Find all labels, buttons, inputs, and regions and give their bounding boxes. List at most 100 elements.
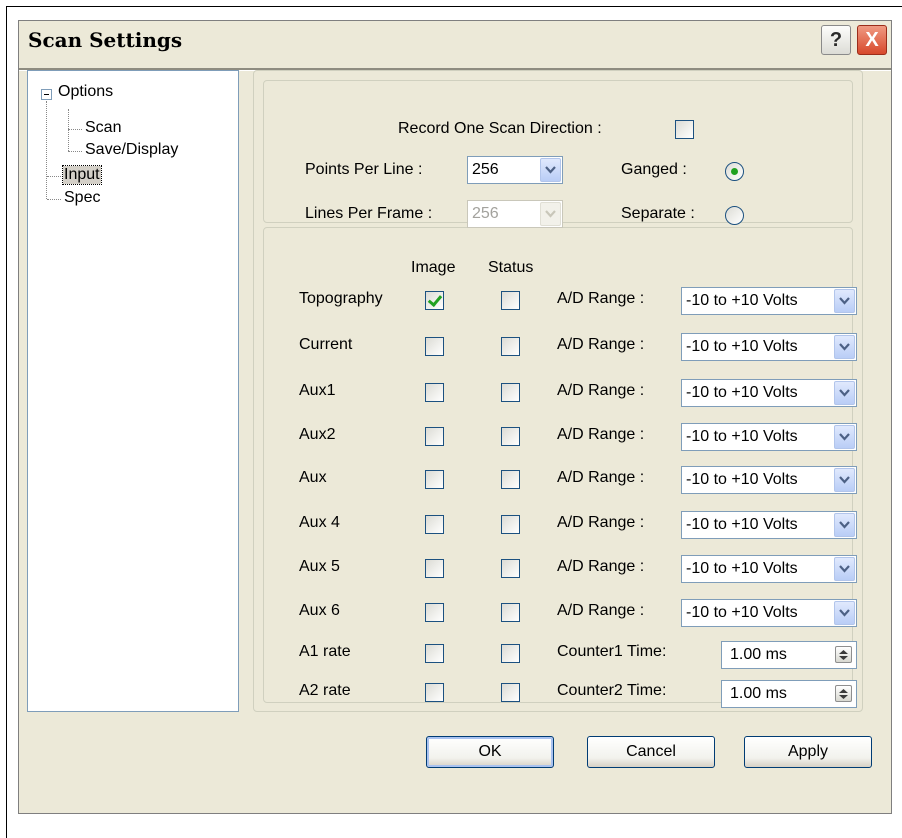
channel-image-checkbox[interactable]	[425, 470, 444, 489]
chevron-down-icon[interactable]	[834, 468, 855, 492]
channel-status-checkbox[interactable]	[501, 470, 520, 489]
channel-status-checkbox[interactable]	[501, 559, 520, 578]
close-button[interactable]: X	[857, 25, 887, 55]
chevron-down-icon	[540, 202, 561, 226]
tree-line	[68, 129, 82, 130]
ad-range-select[interactable]: -10 to +10 Volts	[681, 599, 857, 627]
channel-status-checkbox[interactable]	[501, 644, 520, 663]
channel-image-checkbox[interactable]	[425, 515, 444, 534]
ad-range-value: -10 to +10 Volts	[686, 292, 798, 309]
channel-status-checkbox[interactable]	[501, 383, 520, 402]
channel-image-checkbox[interactable]	[425, 383, 444, 402]
image-column-header: Image	[411, 259, 456, 276]
chevron-down-icon[interactable]	[834, 381, 855, 405]
ok-button[interactable]: OK	[426, 736, 554, 768]
counter2-time-value: 1.00 ms	[730, 685, 787, 702]
channel-image-checkbox[interactable]	[425, 603, 444, 622]
ad-range-label: A/D Range :	[557, 290, 645, 307]
lines-per-frame-select: 256	[467, 200, 563, 228]
points-per-line-select[interactable]: 256	[467, 156, 563, 184]
counter1-time-label: Counter1 Time:	[557, 643, 667, 660]
chevron-down-icon[interactable]	[834, 425, 855, 449]
channel-name: Aux	[299, 469, 327, 486]
help-button[interactable]: ?	[821, 25, 851, 55]
counter1-time-spinner[interactable]: 1.00 ms	[721, 641, 857, 669]
tree-item-scan[interactable]: Scan	[85, 119, 121, 137]
ad-range-value: -10 to +10 Volts	[686, 471, 798, 488]
spinner-arrows-icon[interactable]	[835, 685, 852, 702]
chevron-down-icon[interactable]	[834, 289, 855, 313]
ad-range-label: A/D Range :	[557, 558, 645, 575]
ad-range-value: -10 to +10 Volts	[686, 560, 798, 577]
channel-status-checkbox[interactable]	[501, 515, 520, 534]
ad-range-value: -10 to +10 Volts	[686, 384, 798, 401]
ad-range-select[interactable]: -10 to +10 Volts	[681, 333, 857, 361]
points-per-line-value: 256	[472, 161, 499, 178]
separate-radio[interactable]	[725, 206, 744, 225]
ad-range-label: A/D Range :	[557, 382, 645, 399]
chevron-down-icon[interactable]	[834, 513, 855, 537]
channel-status-checkbox[interactable]	[501, 683, 520, 702]
ad-range-label: A/D Range :	[557, 336, 645, 353]
ad-range-label: A/D Range :	[557, 469, 645, 486]
ad-range-value: -10 to +10 Volts	[686, 516, 798, 533]
record-one-direction-checkbox[interactable]	[675, 120, 694, 139]
ganged-radio[interactable]	[725, 162, 744, 181]
ganged-label: Ganged :	[621, 161, 687, 178]
channel-image-checkbox[interactable]	[425, 337, 444, 356]
ad-range-select[interactable]: -10 to +10 Volts	[681, 466, 857, 494]
spinner-arrows-icon[interactable]	[835, 646, 852, 663]
counter2-time-label: Counter2 Time:	[557, 682, 667, 699]
channel-status-checkbox[interactable]	[501, 291, 520, 310]
channel-status-checkbox[interactable]	[501, 603, 520, 622]
ad-range-select[interactable]: -10 to +10 Volts	[681, 511, 857, 539]
counter2-time-spinner[interactable]: 1.00 ms	[721, 680, 857, 708]
channel-image-checkbox[interactable]	[425, 644, 444, 663]
channel-name: Aux2	[299, 426, 336, 443]
tree-line	[68, 151, 82, 152]
tree-line	[47, 199, 61, 200]
channel-status-checkbox[interactable]	[501, 337, 520, 356]
ad-range-label: A/D Range :	[557, 514, 645, 531]
tree-line	[68, 109, 69, 151]
ad-range-value: -10 to +10 Volts	[686, 428, 798, 445]
channel-status-checkbox[interactable]	[501, 427, 520, 446]
separate-label: Separate :	[621, 205, 695, 222]
ad-range-select[interactable]: -10 to +10 Volts	[681, 555, 857, 583]
tree-item-input[interactable]: Input	[62, 165, 102, 185]
channel-image-checkbox[interactable]	[425, 291, 444, 310]
dialog-title: Scan Settings	[28, 28, 183, 52]
title-bar[interactable]: Scan Settings ? X	[19, 21, 891, 63]
cancel-button[interactable]: Cancel	[587, 736, 715, 768]
channel-image-checkbox[interactable]	[425, 683, 444, 702]
chevron-down-icon[interactable]	[834, 557, 855, 581]
tree-item-options[interactable]: Options	[58, 83, 113, 101]
chevron-down-icon[interactable]	[834, 601, 855, 625]
channel-name: A2 rate	[299, 682, 351, 699]
ad-range-label: A/D Range :	[557, 602, 645, 619]
ad-range-select[interactable]: -10 to +10 Volts	[681, 287, 857, 315]
status-column-header: Status	[488, 259, 534, 276]
tree-item-spec[interactable]: Spec	[64, 189, 100, 207]
ad-range-label: A/D Range :	[557, 426, 645, 443]
frame-top-line	[6, 6, 902, 7]
tree-item-save-display[interactable]: Save/Display	[85, 141, 178, 159]
settings-tree[interactable]: Options Scan Save/Display Input Spec	[27, 70, 239, 712]
channel-image-checkbox[interactable]	[425, 427, 444, 446]
close-icon: X	[865, 28, 879, 51]
chevron-down-icon[interactable]	[540, 158, 561, 182]
points-per-line-label: Points Per Line :	[305, 161, 423, 178]
channel-image-checkbox[interactable]	[425, 559, 444, 578]
channel-name: Current	[299, 336, 353, 353]
ad-range-select[interactable]: -10 to +10 Volts	[681, 423, 857, 451]
apply-button[interactable]: Apply	[744, 736, 872, 768]
channel-name: Topography	[299, 290, 383, 307]
ad-range-value: -10 to +10 Volts	[686, 338, 798, 355]
ad-range-select[interactable]: -10 to +10 Volts	[681, 379, 857, 407]
channel-name: Aux 5	[299, 558, 340, 575]
channel-name: Aux 6	[299, 602, 340, 619]
help-icon: ?	[829, 28, 843, 51]
chevron-down-icon[interactable]	[834, 335, 855, 359]
channel-name: A1 rate	[299, 643, 351, 660]
collapse-icon[interactable]	[41, 89, 52, 100]
